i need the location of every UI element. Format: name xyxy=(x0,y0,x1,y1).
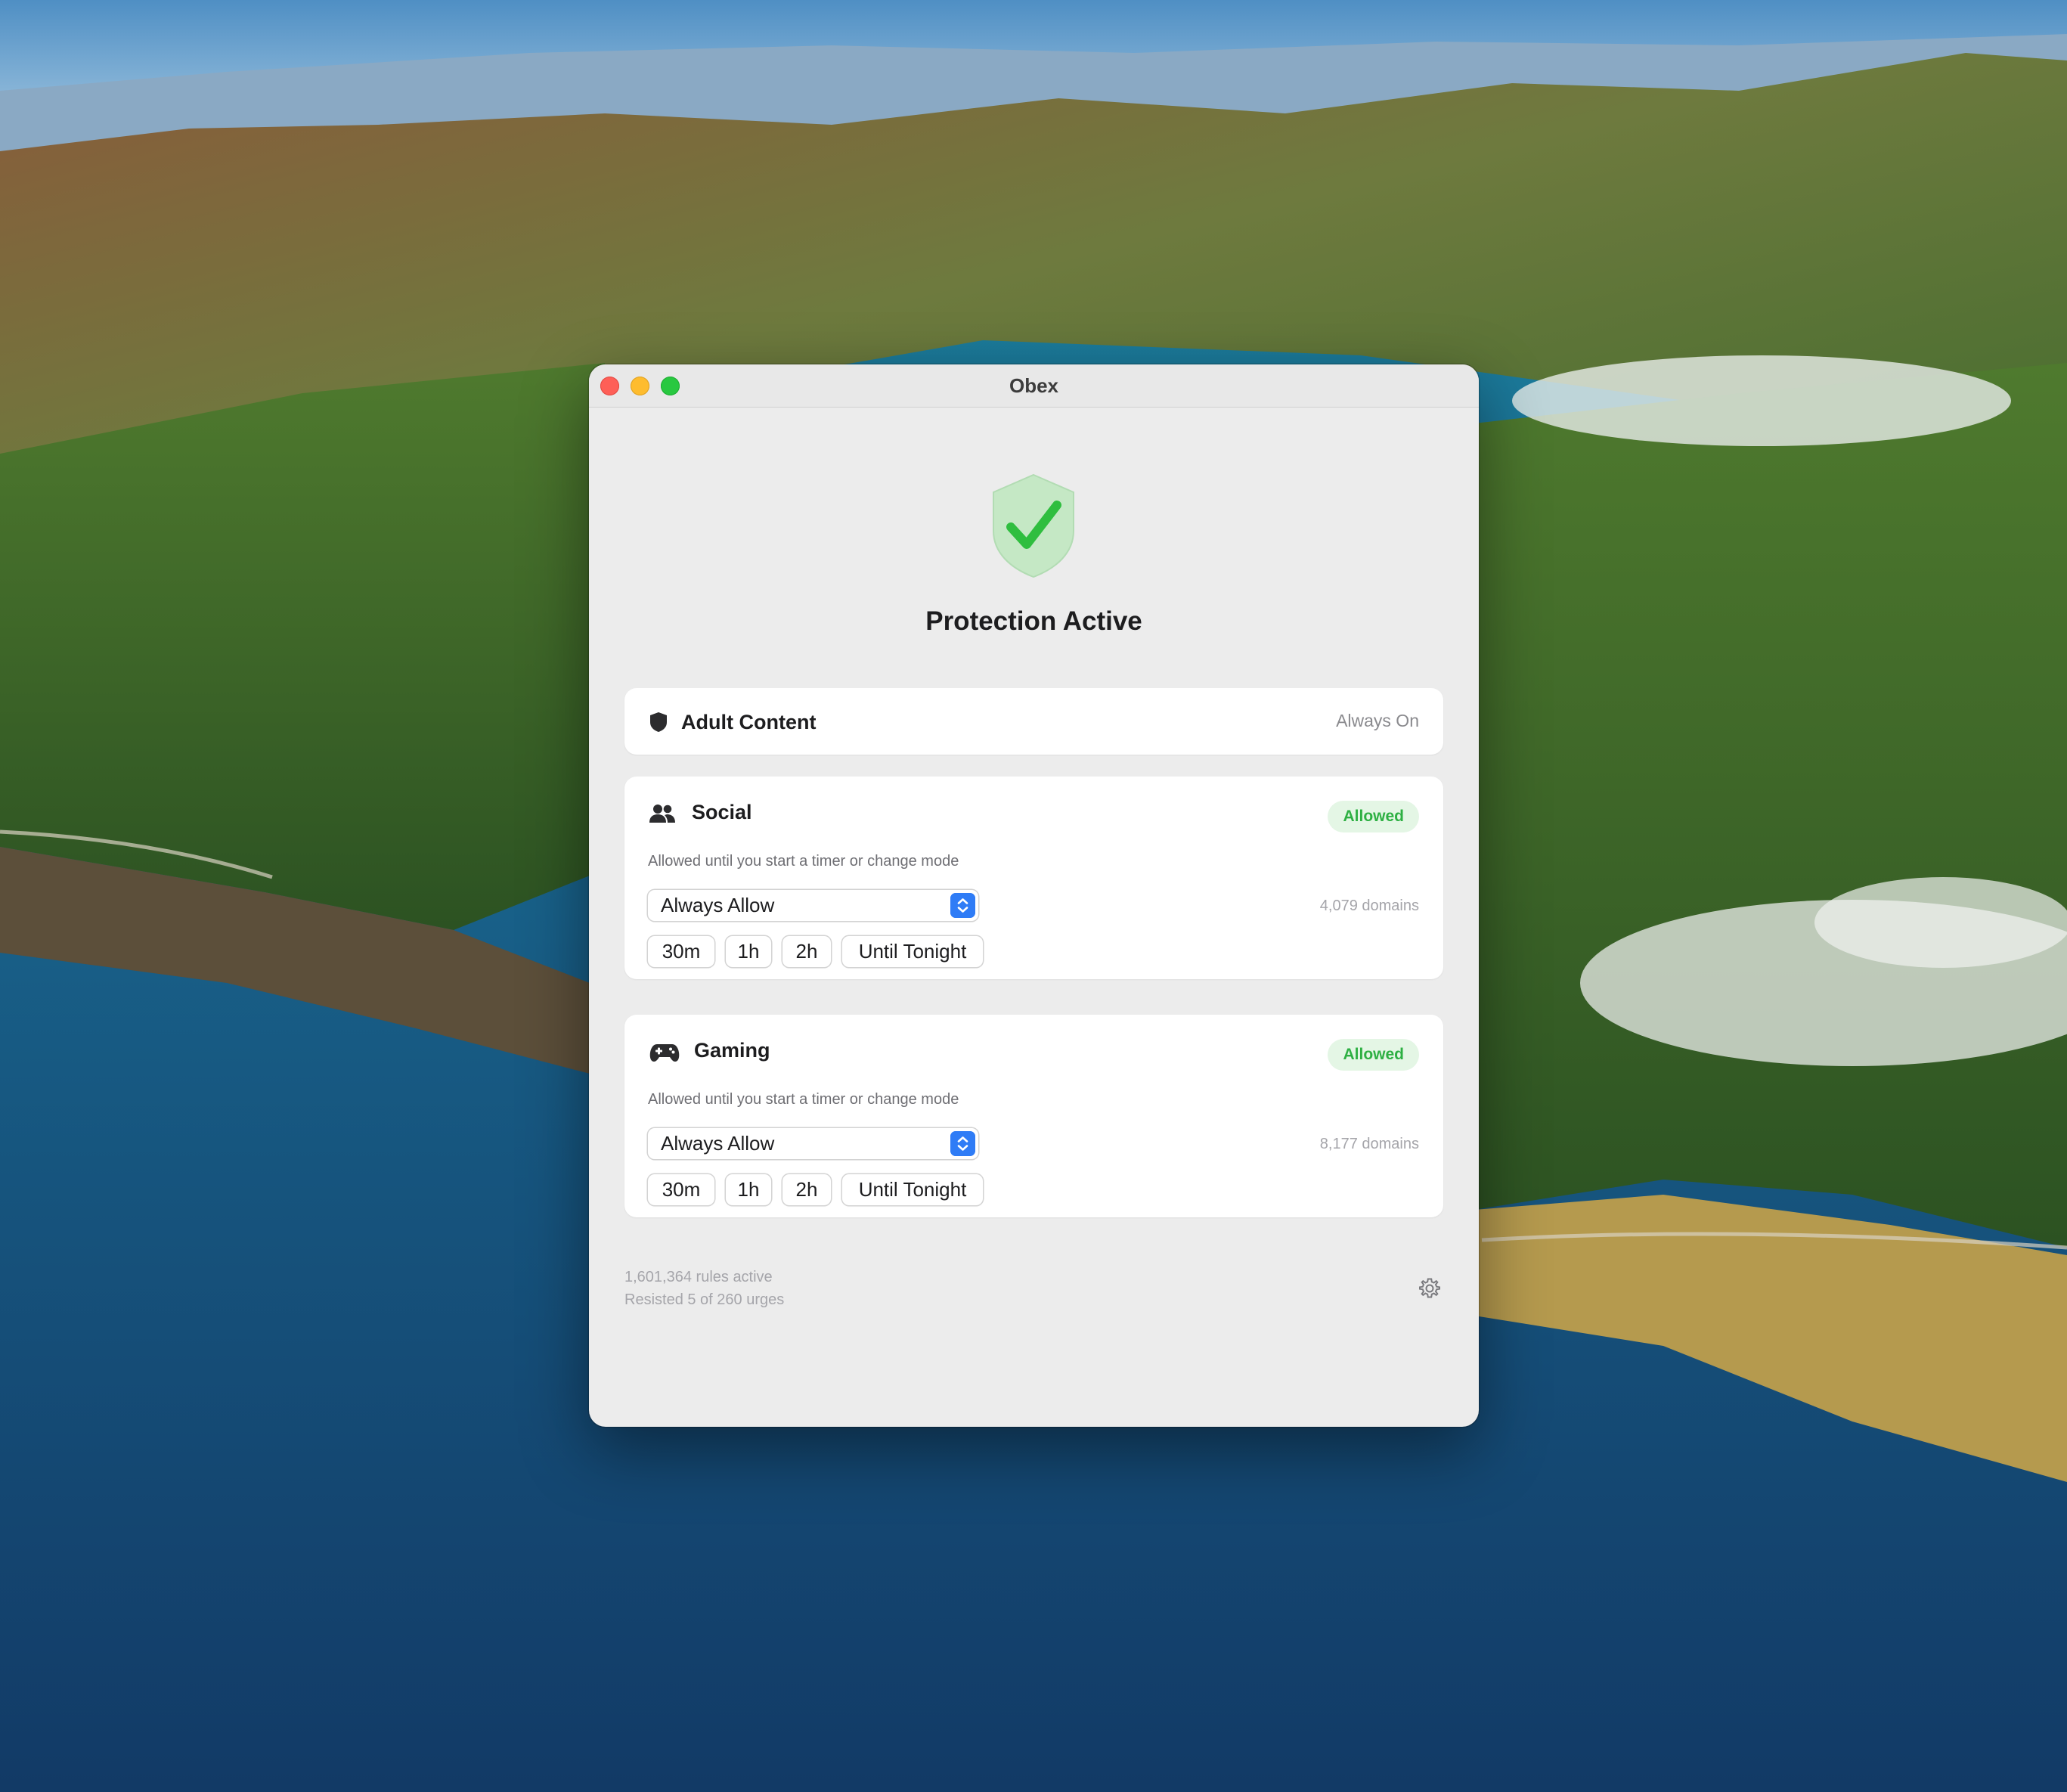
timer-30m-button[interactable]: 30m xyxy=(648,1174,714,1205)
category-title: Gaming xyxy=(694,1039,770,1062)
timer-until-tonight-button[interactable]: Until Tonight xyxy=(842,1174,983,1205)
timer-1h-button[interactable]: 1h xyxy=(726,936,771,967)
mode-select-value: Always Allow xyxy=(661,894,775,916)
people-icon xyxy=(649,805,675,823)
urges-resisted-count: Resisted 5 of 260 urges xyxy=(624,1291,785,1308)
timer-1h-button[interactable]: 1h xyxy=(726,1174,771,1205)
status-badge: Allowed xyxy=(1328,1039,1419,1071)
timer-2h-button[interactable]: 2h xyxy=(782,1174,831,1205)
mode-select[interactable]: Always Allow xyxy=(648,1128,978,1159)
timer-30m-button[interactable]: 30m xyxy=(648,936,714,967)
category-subtitle: Allowed until you start a timer or chang… xyxy=(648,1091,959,1108)
always-on-label: Always On xyxy=(1336,711,1419,730)
adult-content-card: Adult Content Always On xyxy=(624,688,1443,755)
category-title: Social xyxy=(692,801,752,823)
category-card-social: Social Allowed Allowed until you start a… xyxy=(624,777,1443,979)
adult-content-title: Adult Content xyxy=(681,711,817,733)
gamepad-icon xyxy=(649,1044,680,1062)
gear-icon[interactable] xyxy=(1418,1277,1441,1300)
category-subtitle: Allowed until you start a timer or chang… xyxy=(648,853,959,870)
timer-until-tonight-button[interactable]: Until Tonight xyxy=(842,936,983,967)
domain-count: 4,079 domains xyxy=(1319,898,1419,914)
chevron-up-down-icon xyxy=(950,1131,975,1156)
shield-check-icon xyxy=(993,473,1074,578)
domain-count: 8,177 domains xyxy=(1319,1136,1419,1152)
app-window: Obex Protection Active Adult Content Alw… xyxy=(589,364,1479,1427)
window-title: Obex xyxy=(1009,374,1059,397)
protection-status-title: Protection Active xyxy=(925,606,1142,636)
chevron-up-down-icon xyxy=(950,893,975,918)
mode-select[interactable]: Always Allow xyxy=(648,890,978,921)
status-badge: Allowed xyxy=(1328,801,1419,832)
rules-active-count: 1,601,364 rules active xyxy=(624,1269,773,1285)
timer-2h-button[interactable]: 2h xyxy=(782,936,831,967)
title-bar[interactable]: Obex xyxy=(589,364,1479,408)
mode-select-value: Always Allow xyxy=(661,1132,775,1155)
shield-icon xyxy=(650,712,667,732)
category-card-gaming: Gaming Allowed Allowed until you start a… xyxy=(624,1015,1443,1217)
